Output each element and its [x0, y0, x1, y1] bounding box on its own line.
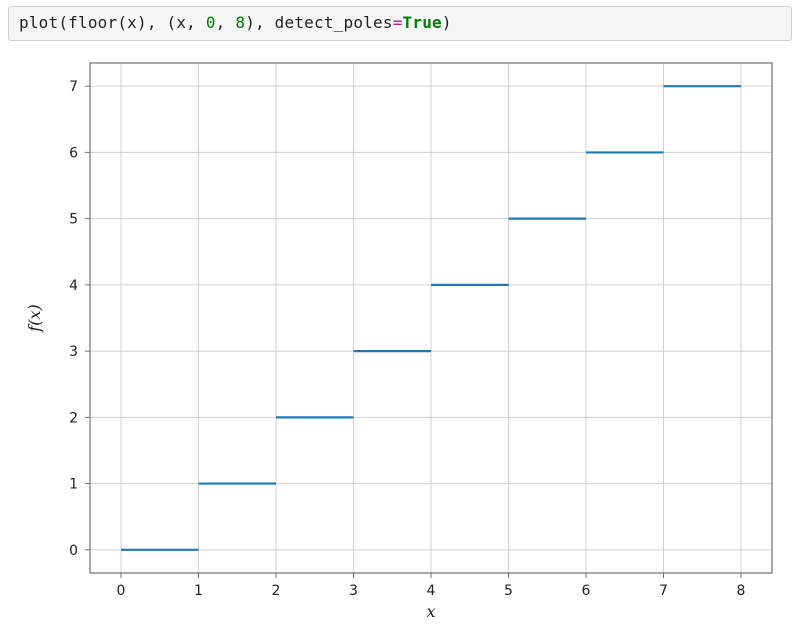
chart-svg: 0 1 2 3 4 5 6 7 8 0 1 2 3 4 5 6 7 x f(x): [8, 49, 792, 629]
code-token-num: 8: [235, 13, 245, 32]
code-token-op: =: [393, 13, 403, 32]
y-axis-label: f(x): [25, 304, 44, 332]
x-tick-label: 5: [504, 583, 513, 599]
code-token-kw: True: [403, 13, 442, 32]
x-tick-label: 0: [117, 583, 126, 599]
code-token-plain: ): [442, 13, 452, 32]
code-token-num: 0: [206, 13, 216, 32]
y-tick-label: 6: [69, 145, 78, 161]
code-token-plain: ,: [216, 13, 236, 32]
x-tick-label: 2: [272, 583, 281, 599]
x-tick-label: 4: [427, 583, 436, 599]
y-tick-label: 2: [69, 410, 78, 426]
y-tick-label: 0: [69, 543, 78, 559]
x-tick-label: 6: [582, 583, 591, 599]
y-tick-label: 3: [69, 344, 78, 360]
code-text: plot(floor(x), (x, 0, 8), detect_poles=T…: [19, 13, 452, 32]
code-token-plain: plot(floor(x), (x,: [19, 13, 206, 32]
code-cell: plot(floor(x), (x, 0, 8), detect_poles=T…: [8, 6, 792, 41]
x-ticks: 0 1 2 3 4 5 6 7 8: [117, 573, 746, 599]
x-axis-label: x: [426, 602, 435, 621]
grid: [90, 63, 772, 573]
code-token-plain: ), detect_poles: [245, 13, 393, 32]
y-tick-label: 1: [69, 476, 78, 492]
y-tick-label: 4: [69, 278, 78, 294]
y-tick-label: 7: [69, 79, 78, 95]
y-ticks: 0 1 2 3 4 5 6 7: [69, 79, 90, 559]
x-tick-label: 8: [737, 583, 746, 599]
y-tick-label: 5: [69, 211, 78, 227]
x-tick-label: 3: [349, 583, 358, 599]
x-tick-label: 7: [659, 583, 668, 599]
x-tick-label: 1: [194, 583, 203, 599]
chart-figure: 0 1 2 3 4 5 6 7 8 0 1 2 3 4 5 6 7 x f(x): [8, 49, 792, 629]
